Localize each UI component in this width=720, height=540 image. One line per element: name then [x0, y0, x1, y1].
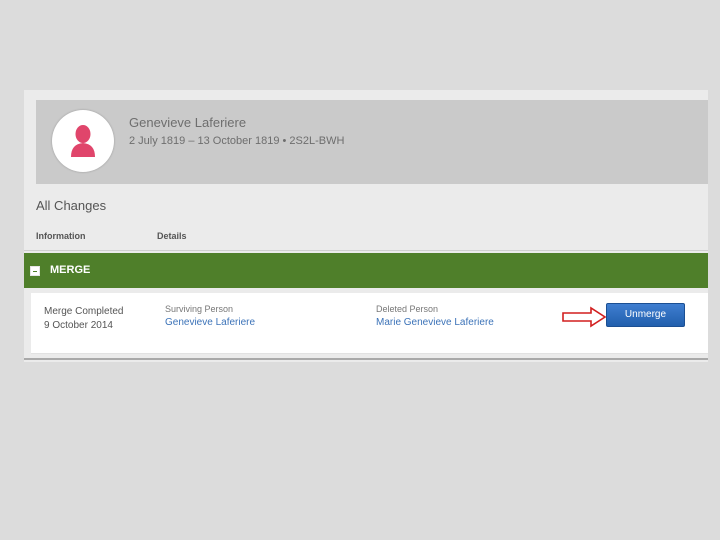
- merge-status-block: Merge Completed 9 October 2014: [44, 305, 123, 333]
- avatar[interactable]: [52, 110, 114, 172]
- change-history-screenshot: Genevieve Laferiere 2 July 1819 – 13 Oct…: [24, 90, 708, 362]
- column-header-information: Information: [36, 231, 86, 241]
- bottom-divider: [24, 358, 708, 360]
- merge-change-row: Merge Completed 9 October 2014 Surviving…: [31, 293, 708, 354]
- collapse-minus-icon[interactable]: [30, 266, 40, 276]
- person-card: Genevieve Laferiere 2 July 1819 – 13 Oct…: [36, 100, 708, 184]
- surviving-person-link[interactable]: Genevieve Laferiere: [165, 317, 255, 328]
- red-arrow-icon: [562, 306, 607, 328]
- surviving-person-label: Surviving Person: [165, 304, 234, 314]
- merge-section-label: MERGE: [50, 264, 91, 276]
- all-changes-heading: All Changes: [36, 198, 107, 213]
- column-header-details: Details: [157, 231, 187, 241]
- merge-section-header[interactable]: MERGE: [24, 253, 708, 288]
- person-silhouette-icon: [71, 125, 95, 157]
- merge-status: Merge Completed: [44, 306, 124, 317]
- person-name[interactable]: Genevieve Laferiere: [129, 115, 246, 130]
- deleted-person-link[interactable]: Marie Genevieve Laferiere: [376, 317, 494, 328]
- unmerge-button[interactable]: Unmerge: [606, 303, 685, 327]
- header-divider: [24, 250, 708, 251]
- person-life-span-id: 2 July 1819 – 13 October 1819 • 2S2L-BWH: [129, 135, 345, 147]
- merge-date: 9 October 2014: [44, 320, 113, 331]
- deleted-person-label: Deleted Person: [376, 304, 439, 314]
